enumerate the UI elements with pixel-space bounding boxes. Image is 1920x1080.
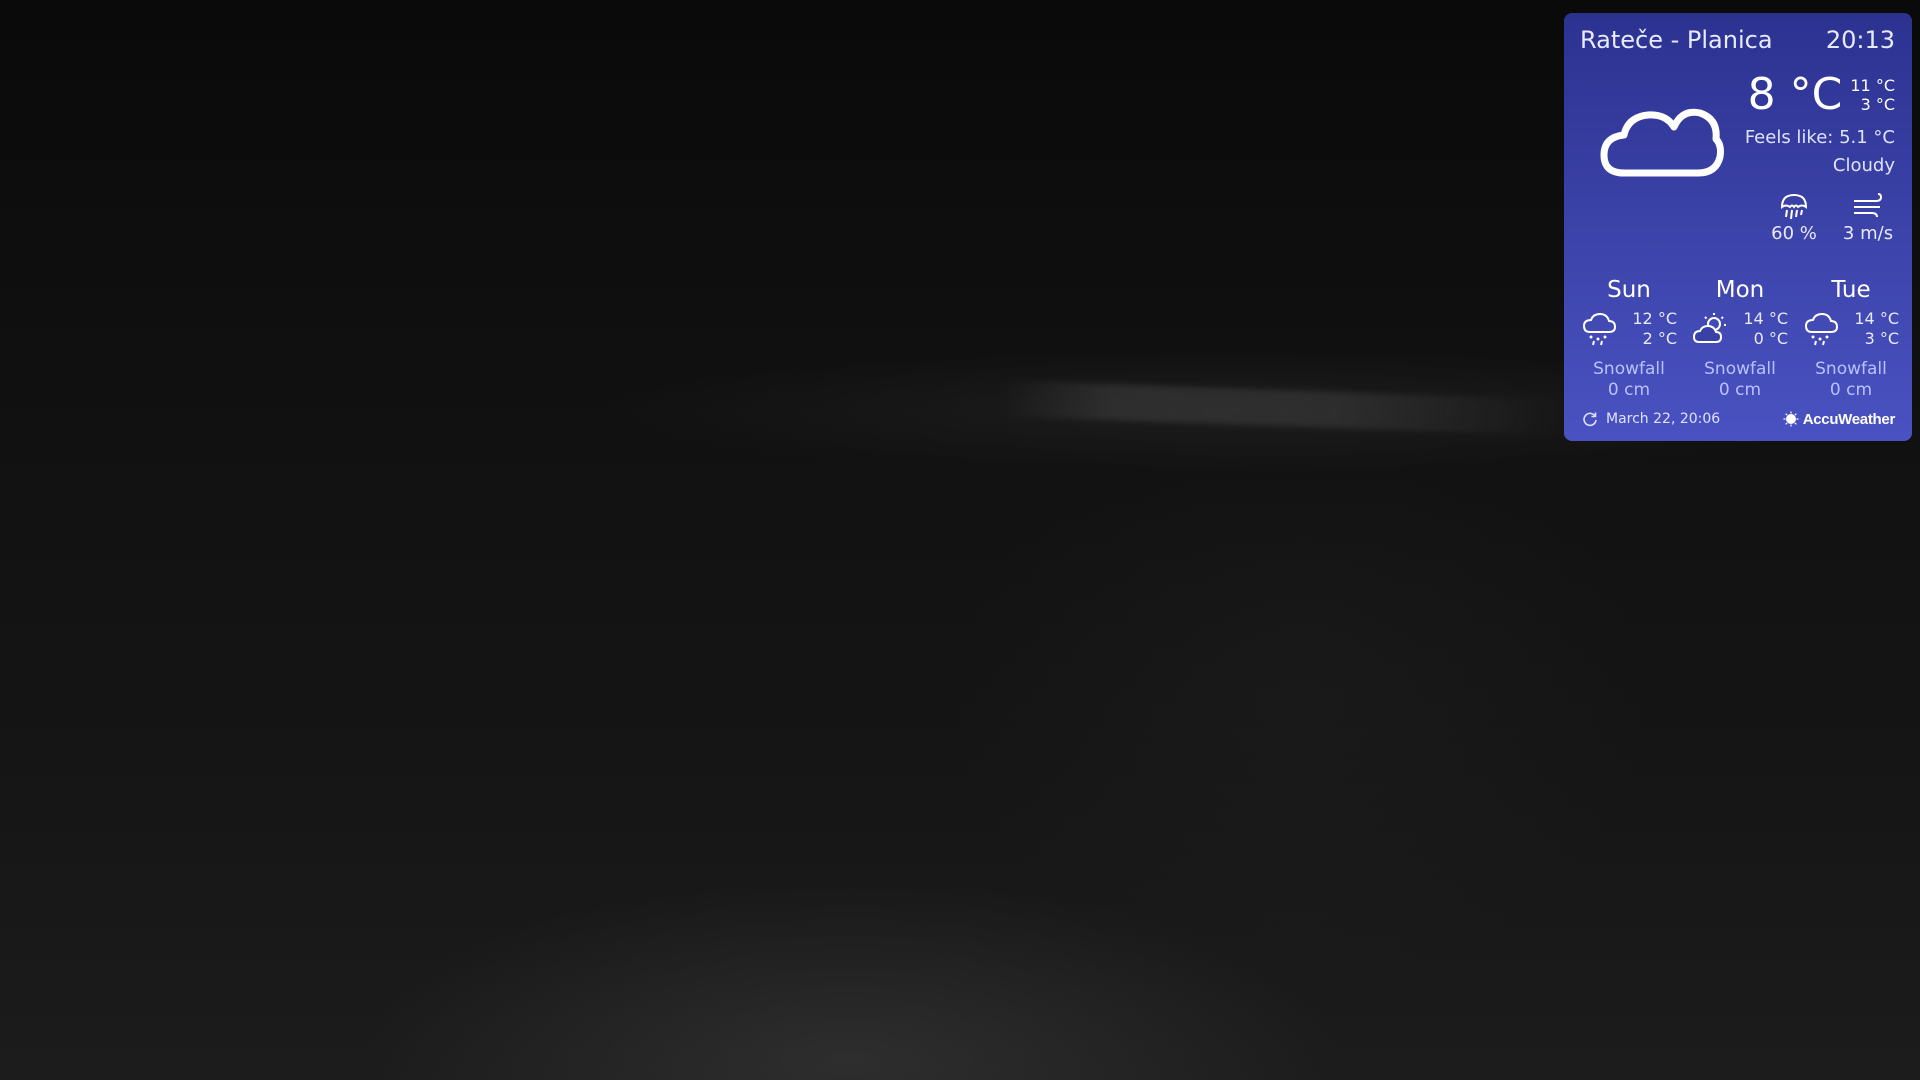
snowfall-label: Snowfall bbox=[1815, 359, 1887, 379]
forecast-max: 14 °C bbox=[1743, 309, 1788, 328]
precipitation-value: 60 % bbox=[1771, 223, 1817, 244]
wind: 3 m/s bbox=[1841, 191, 1895, 244]
forecast-day-name: Mon bbox=[1715, 277, 1765, 303]
forecast: Sun 12 °C 2 °C Snowfall 0 cm Mon 14 °C 0… bbox=[1574, 275, 1906, 401]
forecast-day: Mon 14 °C 0 °C Snowfall 0 cm bbox=[1685, 275, 1795, 401]
refresh-icon bbox=[1583, 412, 1597, 427]
forecast-max: 14 °C bbox=[1854, 309, 1899, 328]
weather-widget: Rateče - Planica 20:13 8 °C 11 °C 3 °C F… bbox=[1564, 13, 1912, 441]
location-name: Rateče - Planica bbox=[1580, 26, 1773, 54]
current-min-temp: 3 °C bbox=[1860, 95, 1895, 114]
last-updated: March 22, 20:06 bbox=[1582, 411, 1720, 427]
widget-footer: March 22, 20:06 AccuWeather bbox=[1582, 407, 1895, 431]
forecast-snowfall: Snowfall 0 cm bbox=[1593, 359, 1665, 401]
snowfall-label: Snowfall bbox=[1704, 359, 1776, 379]
rain-snow-cloud-icon bbox=[1582, 312, 1617, 346]
forecast-day: Tue 14 °C 3 °C Snowfall 0 cm bbox=[1796, 275, 1906, 401]
wind-value: 3 m/s bbox=[1842, 223, 1894, 244]
forecast-snowfall: Snowfall 0 cm bbox=[1815, 359, 1887, 401]
current-conditions: 8 °C 11 °C 3 °C Feels like: 5.1 °C Cloud… bbox=[1745, 71, 1895, 181]
snowfall-amount: 0 cm bbox=[1829, 380, 1873, 400]
cloud-icon bbox=[1600, 108, 1724, 177]
partly-cloudy-sun-icon bbox=[1692, 313, 1726, 343]
widget-header: Rateče - Planica 20:13 bbox=[1580, 23, 1895, 57]
provider-name: AccuWeather bbox=[1802, 410, 1896, 428]
snowfall-label: Snowfall bbox=[1593, 359, 1665, 379]
condition-text: Cloudy bbox=[1832, 155, 1895, 176]
rain-snow-cloud-icon bbox=[1804, 312, 1839, 346]
feels-like: Feels like: 5.1 °C bbox=[1744, 127, 1895, 148]
forecast-max: 12 °C bbox=[1632, 309, 1677, 328]
forecast-day: Sun 12 °C 2 °C Snowfall 0 cm bbox=[1574, 275, 1684, 401]
forecast-snowfall: Snowfall 0 cm bbox=[1704, 359, 1776, 401]
snow-ridge bbox=[999, 380, 1561, 436]
current-time: 20:13 bbox=[1825, 26, 1895, 54]
sun-logo-icon bbox=[1783, 411, 1799, 427]
precipitation: 60 % bbox=[1767, 191, 1821, 244]
current-extra: 60 % 3 m/s bbox=[1767, 191, 1895, 244]
updated-time: March 22, 20:06 bbox=[1606, 411, 1721, 427]
forecast-min: 0 °C bbox=[1753, 329, 1788, 348]
wind-icon bbox=[1854, 193, 1883, 218]
forecast-day-name: Tue bbox=[1831, 277, 1871, 303]
rain-umbrella-icon bbox=[1780, 193, 1808, 220]
forecast-day-name: Sun bbox=[1607, 277, 1651, 303]
snowfall-amount: 0 cm bbox=[1718, 380, 1762, 400]
current-max-temp: 11 °C bbox=[1850, 76, 1895, 95]
current-temperature: 8 °C bbox=[1747, 69, 1843, 120]
provider-logo: AccuWeather bbox=[1783, 411, 1895, 428]
forecast-min: 3 °C bbox=[1864, 329, 1899, 348]
forecast-min: 2 °C bbox=[1642, 329, 1677, 348]
snowfall-amount: 0 cm bbox=[1607, 380, 1651, 400]
